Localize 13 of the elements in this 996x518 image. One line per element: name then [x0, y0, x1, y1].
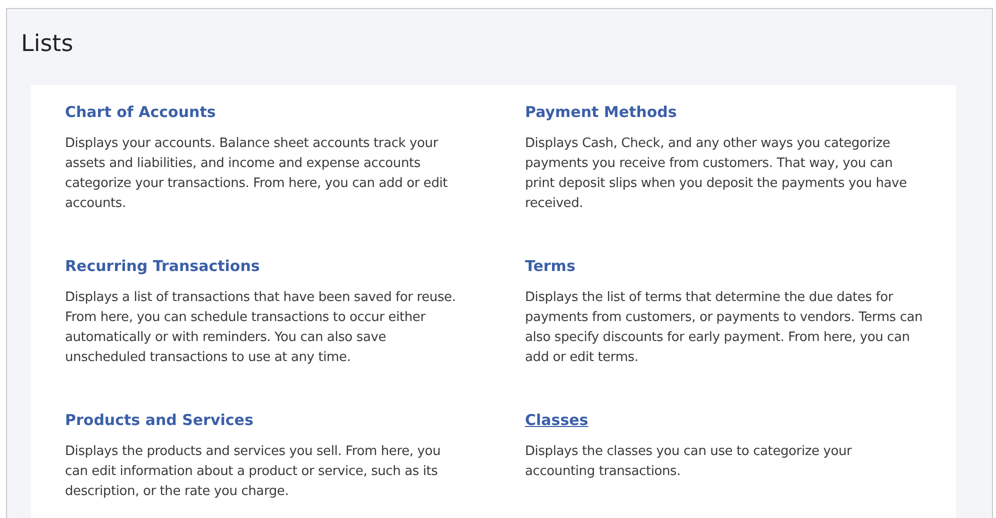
list-link[interactable]: Products and Services: [65, 409, 254, 431]
list-link[interactable]: Recurring Transactions: [65, 255, 260, 277]
list-description: Displays the products and services you sell. From here, you can edit information about a product or service, such as its description, or the rate you charge.: [65, 443, 442, 501]
list-description: Displays Cash, Check, and any other ways you categorize payments you receive from customers. That way, you can print deposit slips when you deposit the payments you have received.: [525, 135, 908, 213]
list-link[interactable]: Chart of Accounts: [65, 101, 216, 123]
list-description: Displays the classes you can use to categorize your accounting transactions.: [525, 443, 853, 481]
list-link[interactable]: Terms: [525, 255, 576, 277]
list-description: Displays a list of transactions that have been saved for reuse. From here, you can schedule transactions to occur either automatically or with reminders. You can also save unscheduled transactions to use at any time.: [65, 289, 457, 367]
list-description: Displays your accounts. Balance sheet accounts track your assets and liabilities, and income and expense accounts categorize your transactions. From here, you can add or edit accounts.: [65, 135, 449, 213]
list-description: Displays the list of terms that determine the due dates for payments from customers, or payments to vendors. Terms can also specify discounts for early payment. From here, you can add or edit terms.: [525, 289, 924, 367]
page-title: Lists: [21, 30, 74, 59]
list-link[interactable]: Payment Methods: [525, 101, 677, 123]
list-link[interactable]: Classes: [525, 409, 588, 431]
